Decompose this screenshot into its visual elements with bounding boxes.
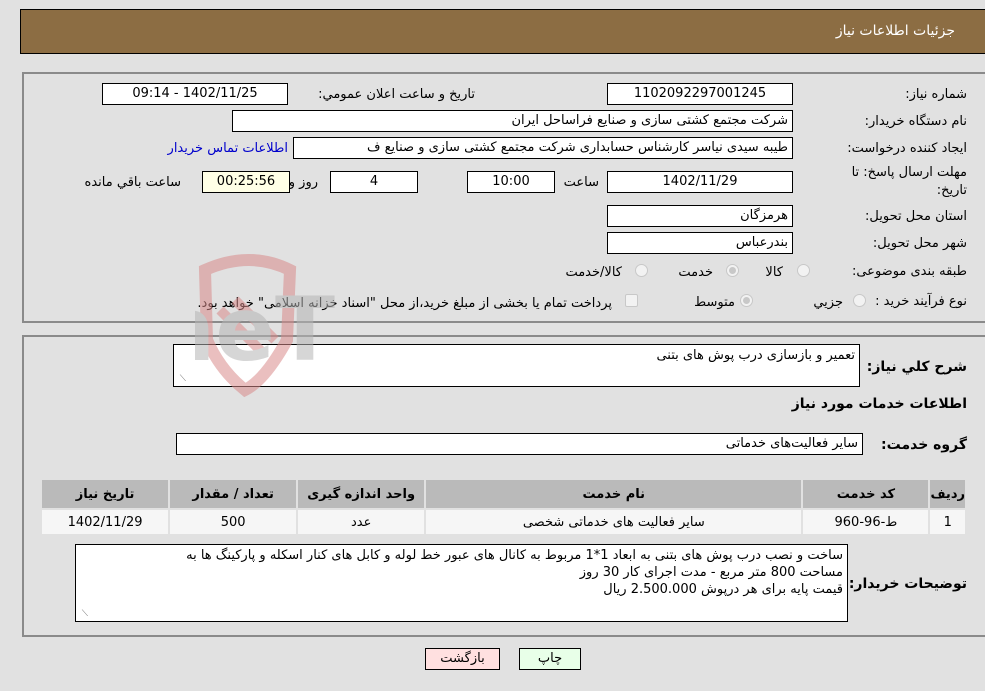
- buyer-org-label: نام دستگاه خريدار:: [864, 114, 967, 129]
- print-button[interactable]: چاپ: [519, 648, 581, 670]
- deadline-label-line2: تاریخ:: [936, 183, 967, 198]
- purchase-option-medium: متوسط: [694, 295, 735, 310]
- category-option-goods: کالا: [765, 265, 783, 280]
- treasury-note: پرداخت تمام یا بخشی از مبلغ خرید،از محل …: [197, 296, 612, 311]
- deadline-date-field: 1402/11/29: [607, 171, 793, 193]
- col-service-code: کد خدمت: [801, 478, 931, 510]
- buyer-notes-line-2: مساحت 800 متر مربع - مدت اجرای کار 30 رو…: [579, 565, 843, 580]
- buyer-org-field: شرکت مجتمع کشتی سازی و صنایع فراساحل ایر…: [232, 110, 793, 132]
- buyer-notes-line-3: قیمت پایه برای هر درپوش 2.500.000 ریال: [603, 582, 843, 597]
- city-field: بندرعباس: [607, 232, 793, 254]
- purchase-radio-minor[interactable]: [853, 294, 866, 307]
- buyer-notes-label: توضيحات خريدار:: [848, 576, 967, 592]
- treasury-checkbox[interactable]: [625, 294, 638, 307]
- deadline-time-field: 10:00: [467, 171, 555, 193]
- buyer-contact-link[interactable]: اطلاعات تماس خریدار: [168, 141, 288, 156]
- col-service-name: نام خدمت: [424, 478, 804, 510]
- services-heading: اطلاعات خدمات مورد نياز: [791, 396, 967, 412]
- deadline-days-field: 4: [330, 171, 418, 193]
- category-option-service: خدمت: [678, 265, 713, 280]
- remaining-label: ساعت باقي مانده: [84, 175, 181, 190]
- purchase-type-label: نوع فرآیند خرید :: [875, 294, 967, 309]
- city-label: شهر محل تحویل:: [872, 236, 967, 251]
- deadline-time-label: ساعت: [563, 175, 599, 190]
- requester-label: ایجاد کننده درخواست:: [847, 141, 967, 156]
- summary-text: تعمیر و بازسازی درب پوش های بتنی: [656, 348, 855, 363]
- col-row-number: رديف: [928, 478, 967, 510]
- service-group-field: سایر فعالیت‌های خدماتی: [176, 433, 863, 455]
- summary-textarea[interactable]: تعمیر و بازسازی درب پوش های بتنی ⟋: [173, 344, 860, 387]
- cell-unit: عدد: [296, 508, 427, 536]
- days-label: روز و: [288, 175, 318, 190]
- need-number-label: شماره نیاز:: [905, 87, 967, 102]
- cell-quantity: 500: [168, 508, 299, 536]
- resize-grip-icon[interactable]: ⟋: [176, 374, 186, 384]
- purchase-radio-medium[interactable]: [740, 294, 753, 307]
- requester-field: طیبه سیدی نیاسر کارشناس حسابداری شرکت مج…: [293, 137, 793, 159]
- province-label: استان محل تحویل:: [865, 209, 967, 224]
- remaining-time-field: 00:25:56: [202, 171, 290, 193]
- category-option-goods-service: کالا/خدمت: [565, 265, 622, 280]
- resize-grip-icon[interactable]: ⟋: [78, 609, 88, 619]
- buyer-notes-textarea[interactable]: ساخت و نصب درب پوش های بتنی به ابعاد 1*1…: [75, 544, 848, 622]
- col-unit: واحد اندازه گيری: [296, 478, 427, 510]
- buyer-notes-line-1: ساخت و نصب درب پوش های بتنی به ابعاد 1*1…: [186, 548, 843, 563]
- services-table: رديف کد خدمت نام خدمت واحد اندازه گيری ت…: [39, 478, 967, 536]
- table-row: 1 ط-96-960 سایر فعالیت های خدماتی شخصی ع…: [39, 508, 967, 536]
- col-need-date: تاريخ نياز: [39, 478, 171, 510]
- province-field: هرمزگان: [607, 205, 793, 227]
- purchase-option-minor: جزيي: [813, 295, 843, 310]
- announce-label: تاريخ و ساعت اعلان عمومي:: [318, 87, 475, 102]
- cell-row-number: 1: [928, 508, 967, 536]
- category-radio-goods-service[interactable]: [635, 264, 648, 277]
- category-label: طبقه بندی موضوعی:: [851, 264, 967, 279]
- cell-need-date: 1402/11/29: [39, 508, 171, 536]
- back-button[interactable]: بازگشت: [425, 648, 500, 670]
- service-group-label: گروه خدمت:: [881, 437, 967, 453]
- deadline-label-line1: مهلت ارسال پاسخ: تا: [851, 165, 967, 180]
- category-radio-goods[interactable]: [797, 264, 810, 277]
- col-quantity: تعداد / مقدار: [168, 478, 299, 510]
- summary-label: شرح کلي نياز:: [866, 359, 967, 375]
- page-header: جزئیات اطلاعات نیاز: [20, 9, 985, 54]
- cell-service-code: ط-96-960: [801, 508, 931, 536]
- cell-service-name: سایر فعالیت های خدماتی شخصی: [424, 508, 804, 536]
- need-number-field: 1102092297001245: [607, 83, 793, 105]
- page-title: جزئیات اطلاعات نیاز: [835, 23, 955, 39]
- announce-field: 1402/11/25 - 09:14: [102, 83, 288, 105]
- table-header-row: رديف کد خدمت نام خدمت واحد اندازه گيری ت…: [39, 478, 967, 510]
- category-radio-service[interactable]: [726, 264, 739, 277]
